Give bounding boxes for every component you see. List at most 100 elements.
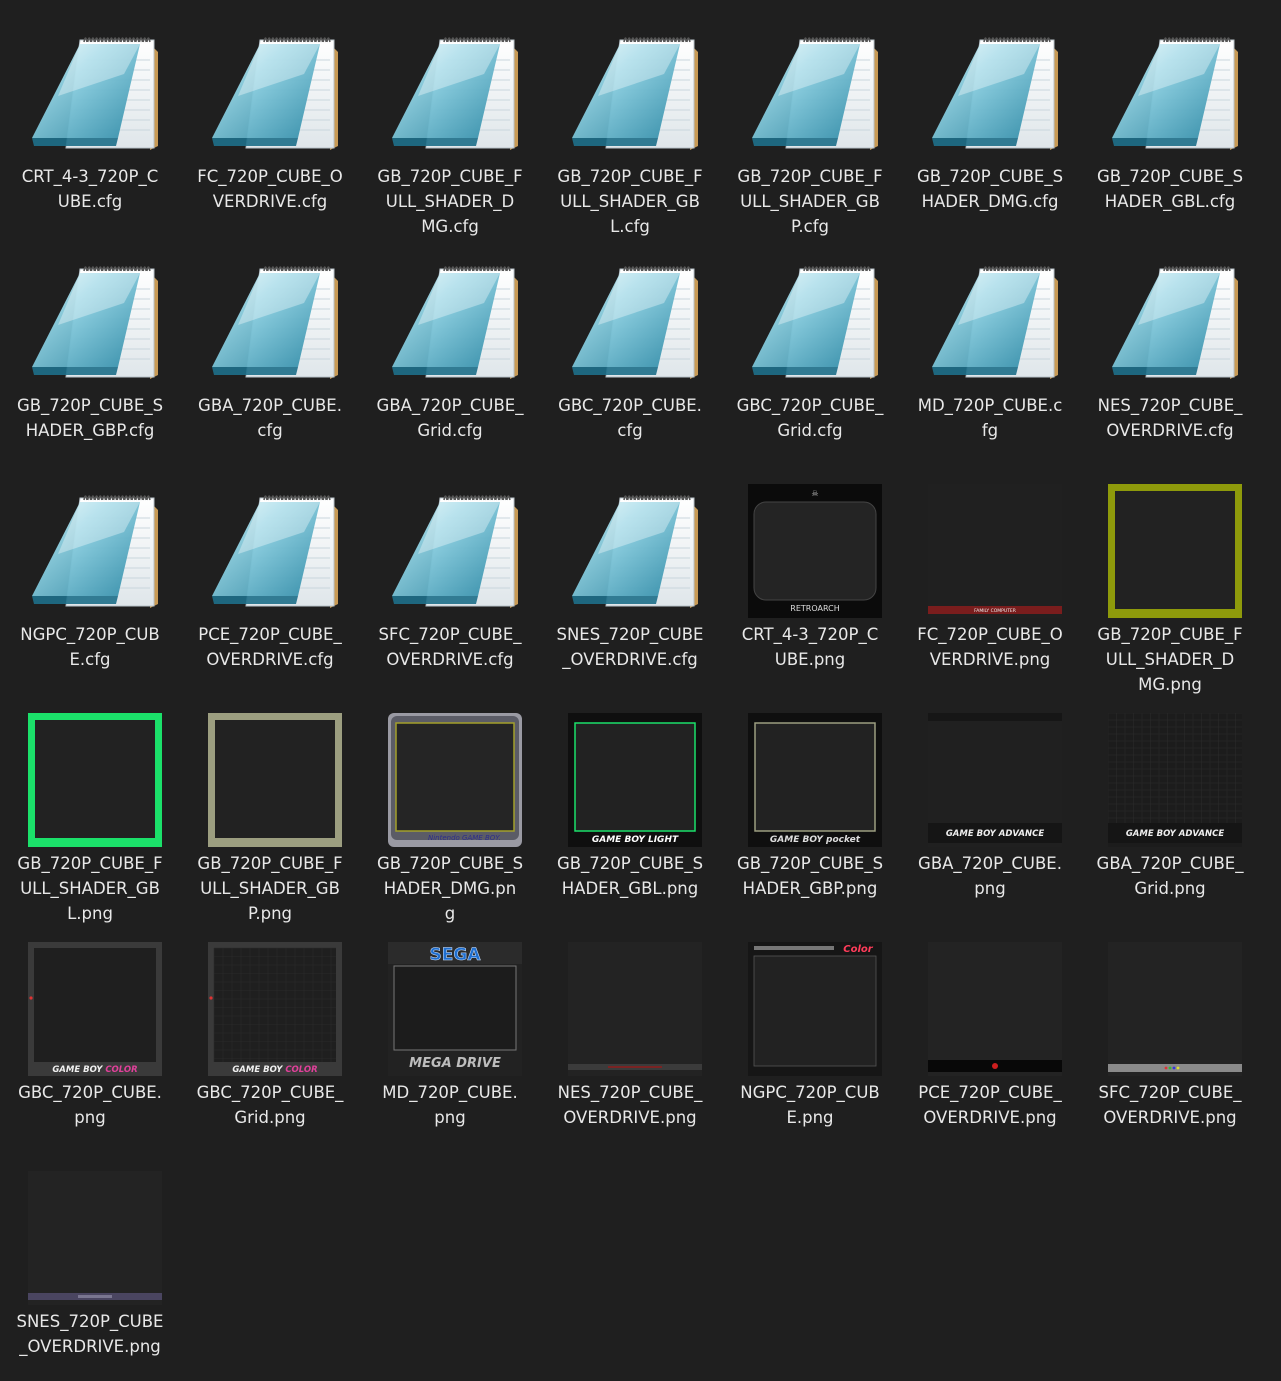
file-item[interactable]: Nintendo GAME BOY. GB_720P_CUBE_S HADER_DM… xyxy=(370,695,530,923)
file-item[interactable]: PCE_720P_CUBE_ OVERDRIVE.cfg xyxy=(190,466,350,688)
file-name-line: PCE_720P_CUBE_ xyxy=(918,1083,1062,1102)
file-name-line: OVERDRIVE.cfg xyxy=(386,650,514,669)
file-name-label: FC_720P_CUBE_O VERDRIVE.png xyxy=(910,622,1070,672)
file-thumbnail: SEGA MEGA DRIVE xyxy=(388,942,522,1076)
file-name-line: GB_720P_CUBE_F xyxy=(1097,625,1243,644)
file-item[interactable]: CRT_4-3_720P_C UBE.cfg xyxy=(10,8,170,230)
file-name-line: OVERDRIVE.png xyxy=(923,1108,1057,1127)
file-item[interactable]: GB_720P_CUBE_S HADER_DMG.cfg xyxy=(910,8,1070,230)
file-name-label: SFC_720P_CUBE_ OVERDRIVE.png xyxy=(1090,1080,1250,1130)
file-name-label: SNES_720P_CUBE _OVERDRIVE.cfg xyxy=(550,622,710,672)
file-item[interactable]: GBA_720P_CUBE. cfg xyxy=(190,237,350,459)
notepad-icon xyxy=(392,37,518,150)
file-item[interactable]: GB_720P_CUBE_F ULL_SHADER_GB P.cfg xyxy=(730,8,890,236)
file-item[interactable]: SNES_720P_CUBE _OVERDRIVE.cfg xyxy=(550,466,710,688)
file-thumbnail: Nintendo GAME BOY. xyxy=(388,713,522,847)
file-item[interactable]: ☠ RETROARCH CRT_4-3_720P_C UBE.png xyxy=(730,466,890,688)
notepad-icon xyxy=(212,37,338,150)
file-item[interactable]: SFC_720P_CUBE_ OVERDRIVE.png xyxy=(1090,924,1250,1146)
file-item[interactable]: SNES_720P_CUBE _OVERDRIVE.png xyxy=(10,1153,170,1375)
file-name-line: GB_720P_CUBE_S xyxy=(916,167,1064,186)
gameboy-light-preview: GAME BOY LIGHT xyxy=(568,713,702,847)
file-thumbnail xyxy=(28,713,162,847)
file-item[interactable]: Color NGPC_720P_CUB E.png xyxy=(730,924,890,1146)
file-item[interactable]: GB_720P_CUBE_F ULL_SHADER_D MG.png xyxy=(1090,466,1250,694)
preview-text: GAME BOY ADVANCE xyxy=(946,829,1045,839)
file-item[interactable]: GBC_720P_CUBE. cfg xyxy=(550,237,710,459)
file-thumbnail xyxy=(208,255,342,389)
file-item[interactable]: GAME BOY ADVANCE GBA_720P_CUBE_ Grid.png xyxy=(1090,695,1250,917)
notepad-icon xyxy=(392,495,518,608)
sfc-preview xyxy=(1108,942,1242,1076)
notepad-icon xyxy=(572,495,698,608)
file-name-line: GB_720P_CUBE_S xyxy=(1096,167,1244,186)
file-item[interactable]: GB_720P_CUBE_S HADER_GBP.cfg xyxy=(10,237,170,459)
file-name-label: GB_720P_CUBE_F ULL_SHADER_GB P.cfg xyxy=(730,164,890,239)
file-name-label: GB_720P_CUBE_S HADER_DMG.cfg xyxy=(910,164,1070,214)
file-item[interactable]: FAMILY COMPUTER FC_720P_CUBE_O VERDRIVE.pn… xyxy=(910,466,1070,688)
file-item[interactable]: NES_720P_CUBE_ OVERDRIVE.cfg xyxy=(1090,237,1250,459)
file-name-label: GBC_720P_CUBE_ Grid.png xyxy=(190,1080,350,1130)
file-name-line: UBE.png xyxy=(774,650,846,669)
file-name-label: GB_720P_CUBE_F ULL_SHADER_D MG.cfg xyxy=(370,164,530,239)
file-item[interactable]: GAME BOY LIGHT GB_720P_CUBE_S HADER_GBL.pn… xyxy=(550,695,710,917)
file-item[interactable]: GB_720P_CUBE_F ULL_SHADER_GB L.cfg xyxy=(550,8,710,236)
file-name-label: GBC_720P_CUBE_ Grid.cfg xyxy=(730,393,890,443)
file-name-line: OVERDRIVE.png xyxy=(563,1108,697,1127)
file-item[interactable]: GAME BOY ADVANCE GBA_720P_CUBE. png xyxy=(910,695,1070,917)
file-name-line: SNES_720P_CUBE xyxy=(16,1312,164,1331)
file-name-line: OVERDRIVE.cfg xyxy=(1106,421,1234,440)
file-name-label: GB_720P_CUBE_S HADER_GBP.png xyxy=(730,851,890,901)
file-item[interactable]: GBC_720P_CUBE_ Grid.cfg xyxy=(730,237,890,459)
notepad-icon xyxy=(32,495,158,608)
file-name-label: GBA_720P_CUBE_ Grid.png xyxy=(1090,851,1250,901)
file-name-label: GB_720P_CUBE_F ULL_SHADER_GB L.png xyxy=(10,851,170,926)
ngpc-preview: Color xyxy=(748,942,882,1076)
file-thumbnail xyxy=(928,255,1062,389)
file-name-line: GB_720P_CUBE_F xyxy=(557,167,703,186)
file-name-label: NES_720P_CUBE_ OVERDRIVE.cfg xyxy=(1090,393,1250,443)
file-name-line: GB_720P_CUBE_S xyxy=(376,854,524,873)
file-name-line: GB_720P_CUBE_F xyxy=(737,167,883,186)
file-name-line: _OVERDRIVE.png xyxy=(19,1337,161,1356)
file-item[interactable]: SEGA MEGA DRIVE MD_720P_CUBE. png xyxy=(370,924,530,1146)
file-name-label: GB_720P_CUBE_F ULL_SHADER_GB P.png xyxy=(190,851,350,926)
file-thumbnail xyxy=(388,26,522,160)
file-item[interactable]: MD_720P_CUBE.c fg xyxy=(910,237,1070,459)
file-thumbnail xyxy=(208,484,342,618)
file-item[interactable]: GB_720P_CUBE_F ULL_SHADER_GB L.png xyxy=(10,695,170,923)
file-item[interactable]: GB_720P_CUBE_S HADER_GBL.cfg xyxy=(1090,8,1250,230)
file-item[interactable]: GB_720P_CUBE_F ULL_SHADER_D MG.cfg xyxy=(370,8,530,236)
file-name-line: ULL_SHADER_D xyxy=(385,192,515,211)
file-name-line: HADER_GBL.cfg xyxy=(1104,192,1236,211)
svg-text:☠: ☠ xyxy=(811,489,818,498)
file-item[interactable]: NES_720P_CUBE_ OVERDRIVE.png xyxy=(550,924,710,1146)
file-name-label: PCE_720P_CUBE_ OVERDRIVE.png xyxy=(910,1080,1070,1130)
gb-light-green-frame-preview xyxy=(28,713,162,847)
file-name-label: CRT_4-3_720P_C UBE.png xyxy=(730,622,890,672)
gbc-preview: GAME BOY COLOR xyxy=(28,942,162,1076)
file-item[interactable]: FC_720P_CUBE_O VERDRIVE.cfg xyxy=(190,8,350,230)
file-item[interactable]: GBA_720P_CUBE_ Grid.cfg xyxy=(370,237,530,459)
file-item[interactable]: GAME BOY pocket GB_720P_CUBE_S HADER_GBP.p… xyxy=(730,695,890,917)
file-item[interactable]: PCE_720P_CUBE_ OVERDRIVE.png xyxy=(910,924,1070,1146)
notepad-icon xyxy=(752,37,878,150)
file-item[interactable]: NGPC_720P_CUB E.cfg xyxy=(10,466,170,688)
file-item[interactable]: GAME BOY COLOR GBC_720P_CUBE. png xyxy=(10,924,170,1146)
gb-dmg-green-frame-preview xyxy=(1108,484,1242,618)
file-name-label: GBA_720P_CUBE. cfg xyxy=(190,393,350,443)
file-thumbnail xyxy=(28,26,162,160)
file-item[interactable]: SFC_720P_CUBE_ OVERDRIVE.cfg xyxy=(370,466,530,688)
file-name-line: GBC_720P_CUBE_ xyxy=(736,396,884,415)
file-name-line: E.png xyxy=(786,1108,834,1127)
file-thumbnail xyxy=(1108,255,1242,389)
preview-text: Color xyxy=(843,944,874,955)
file-thumbnail xyxy=(568,484,702,618)
file-item[interactable]: GAME BOY COLOR GBC_720P_CUBE_ Grid.png xyxy=(190,924,350,1146)
file-item[interactable]: GB_720P_CUBE_F ULL_SHADER_GB P.png xyxy=(190,695,350,923)
file-grid: CRT_4-3_720P_C UBE.cfg FC_720P_CUBE_O VE… xyxy=(0,0,1281,1381)
file-thumbnail xyxy=(208,713,342,847)
file-name-line: Grid.png xyxy=(234,1108,306,1127)
file-thumbnail: ☠ RETROARCH xyxy=(748,484,882,618)
file-name-label: SNES_720P_CUBE _OVERDRIVE.png xyxy=(10,1309,170,1359)
